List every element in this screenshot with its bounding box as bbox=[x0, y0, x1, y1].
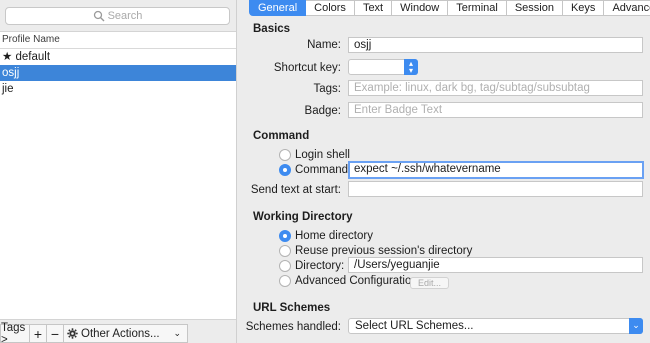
login-shell-radio[interactable] bbox=[279, 149, 291, 161]
directory-radio[interactable] bbox=[279, 260, 291, 272]
up-down-arrows-icon: ▴ ▾ bbox=[404, 59, 418, 75]
tab-advanced[interactable]: Advanced bbox=[604, 0, 650, 16]
home-directory-option[interactable]: Home directory bbox=[279, 230, 373, 242]
profile-table: Profile Name ★ default osjj jie bbox=[0, 31, 236, 320]
profile-list-pane: Search Profile Name ★ default osjj jie T… bbox=[0, 0, 236, 343]
tab-session[interactable]: Session bbox=[506, 0, 563, 16]
edit-button[interactable]: Edit... bbox=[410, 277, 450, 289]
directory-option[interactable]: Directory: bbox=[279, 260, 344, 272]
tab-text[interactable]: Text bbox=[354, 0, 393, 16]
schemes-handled-label: Schemes handled: bbox=[245, 321, 341, 333]
tab-colors[interactable]: Colors bbox=[306, 0, 355, 16]
advanced-configuration-radio[interactable] bbox=[279, 275, 291, 287]
profile-name-column-header[interactable]: Profile Name bbox=[0, 32, 236, 49]
profile-settings-pane: General Colors Text Window Terminal Sess… bbox=[236, 0, 650, 343]
tab-keys[interactable]: Keys bbox=[562, 0, 605, 16]
url-schemes-section-title: URL Schemes bbox=[253, 302, 331, 314]
working-directory-section-title: Working Directory bbox=[253, 211, 353, 223]
chevron-down-icon: ⌄ bbox=[629, 318, 643, 334]
command-option[interactable]: Command: bbox=[279, 164, 351, 176]
settings-tab-bar: General Colors Text Window Terminal Sess… bbox=[249, 0, 650, 16]
home-directory-label: Home directory bbox=[295, 230, 373, 242]
other-actions-label: Other Actions... bbox=[81, 327, 160, 340]
gear-icon bbox=[67, 328, 78, 339]
name-label: Name: bbox=[307, 39, 341, 51]
tab-general[interactable]: General bbox=[249, 0, 307, 16]
tab-terminal[interactable]: Terminal bbox=[448, 0, 507, 16]
other-actions-button[interactable]: Other Actions... ⌄ bbox=[64, 324, 188, 343]
reuse-directory-label: Reuse previous session's directory bbox=[295, 245, 473, 257]
badge-field[interactable]: Enter Badge Text bbox=[348, 102, 643, 118]
login-shell-option[interactable]: Login shell bbox=[279, 149, 350, 161]
search-input[interactable]: Search bbox=[5, 7, 230, 25]
basics-section-title: Basics bbox=[253, 23, 291, 35]
url-schemes-popup[interactable]: Select URL Schemes... ⌄ bbox=[348, 318, 643, 334]
command-radio[interactable] bbox=[279, 164, 291, 176]
advanced-configuration-label: Advanced Configuration bbox=[295, 275, 418, 287]
tags-toggle-button[interactable]: Tags > bbox=[0, 322, 30, 343]
remove-profile-button[interactable]: − bbox=[47, 324, 64, 343]
profile-row-osjj[interactable]: osjj bbox=[0, 65, 236, 81]
profile-row-jie[interactable]: jie bbox=[0, 81, 236, 97]
chevron-down-icon: ⌄ bbox=[173, 328, 181, 338]
reuse-directory-option[interactable]: Reuse previous session's directory bbox=[279, 245, 472, 257]
profile-row-default[interactable]: ★ default bbox=[0, 49, 236, 65]
search-icon bbox=[93, 10, 105, 22]
send-text-field[interactable] bbox=[348, 181, 643, 197]
directory-field[interactable]: /Users/yeguanjie bbox=[348, 257, 643, 273]
tab-window[interactable]: Window bbox=[392, 0, 449, 16]
search-placeholder: Search bbox=[107, 10, 143, 22]
add-profile-button[interactable]: + bbox=[30, 324, 47, 343]
directory-label: Directory: bbox=[295, 260, 345, 272]
command-label: Command: bbox=[295, 164, 352, 176]
profile-list-toolbar: Tags > + − Other Actions... ⌄ bbox=[0, 322, 236, 343]
login-shell-label: Login shell bbox=[295, 149, 350, 161]
advanced-configuration-option[interactable]: Advanced Configuration bbox=[279, 275, 418, 287]
shortcut-key-label: Shortcut key: bbox=[273, 62, 341, 74]
tags-label: Tags: bbox=[313, 83, 342, 95]
shortcut-key-popup[interactable]: ▴ ▾ bbox=[348, 59, 418, 75]
send-text-label: Send text at start: bbox=[250, 184, 341, 196]
url-schemes-popup-label: Select URL Schemes... bbox=[355, 320, 474, 332]
name-field[interactable]: osjj bbox=[348, 37, 643, 53]
tags-field[interactable]: Example: linux, dark bg, tag/subtag/subs… bbox=[348, 80, 643, 96]
reuse-directory-radio[interactable] bbox=[279, 245, 291, 257]
badge-label: Badge: bbox=[304, 105, 341, 117]
command-section-title: Command bbox=[253, 130, 310, 142]
home-directory-radio[interactable] bbox=[279, 230, 291, 242]
command-field[interactable]: expect ~/.ssh/whatevername bbox=[348, 161, 644, 179]
